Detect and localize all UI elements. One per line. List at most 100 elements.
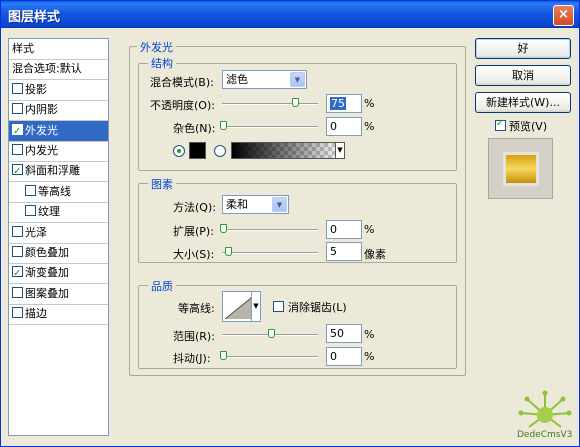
opacity-slider-track[interactable] bbox=[222, 103, 318, 105]
spread-slider-track[interactable] bbox=[222, 229, 318, 231]
opacity-slider-thumb[interactable] bbox=[292, 98, 299, 107]
jitter-slider-track[interactable] bbox=[222, 356, 318, 358]
style-item-checkbox[interactable] bbox=[12, 264, 23, 284]
jitter-slider-thumb[interactable] bbox=[220, 351, 227, 360]
style-item[interactable]: 图案叠加 bbox=[9, 284, 108, 305]
gradient-dropdown-arrow-icon[interactable]: ▼ bbox=[335, 142, 345, 159]
style-item-checkbox[interactable] bbox=[12, 225, 23, 237]
style-item-checkbox[interactable] bbox=[12, 144, 23, 155]
style-item-checkbox[interactable] bbox=[12, 307, 23, 319]
preview-swatch bbox=[506, 155, 536, 183]
style-item[interactable]: 光泽 bbox=[9, 223, 108, 244]
style-item[interactable]: 外发光 bbox=[9, 120, 108, 142]
chevron-down-icon: ▼ bbox=[290, 72, 305, 87]
range-value: 50 bbox=[330, 327, 344, 340]
blend-mode-label: 混合模式(B): bbox=[150, 76, 214, 89]
style-preview bbox=[488, 138, 553, 199]
spread-value: 0 bbox=[330, 223, 337, 236]
new-style-button[interactable]: 新建样式(W)... bbox=[475, 92, 571, 113]
antialias-label: 消除锯齿(L) bbox=[288, 301, 347, 314]
noise-slider-track[interactable] bbox=[222, 126, 318, 128]
style-item-checkbox[interactable] bbox=[12, 162, 23, 182]
noise-field[interactable]: 0 bbox=[326, 117, 362, 136]
opacity-label: 不透明度(O): bbox=[150, 99, 215, 112]
size-value: 5 bbox=[330, 245, 337, 258]
spread-slider-thumb[interactable] bbox=[220, 224, 227, 233]
range-field[interactable]: 50 bbox=[326, 324, 362, 343]
size-slider-track[interactable] bbox=[222, 252, 318, 254]
gradient-radio[interactable] bbox=[214, 145, 226, 157]
style-item[interactable]: 内发光 bbox=[9, 141, 108, 162]
style-item-checkbox[interactable] bbox=[12, 82, 23, 94]
preview-label: 预览(V) bbox=[509, 120, 548, 133]
size-unit: 像素 bbox=[364, 248, 386, 261]
style-item-checkbox[interactable] bbox=[12, 246, 23, 257]
style-item[interactable]: 投影 bbox=[9, 80, 108, 101]
glow-color-swatch[interactable] bbox=[189, 142, 206, 159]
jitter-value: 0 bbox=[330, 350, 337, 363]
style-item-checkbox[interactable] bbox=[25, 205, 36, 217]
style-item-checkbox[interactable] bbox=[12, 103, 23, 115]
spread-field[interactable]: 0 bbox=[326, 220, 362, 239]
style-item[interactable]: 样式 bbox=[9, 39, 108, 60]
chevron-down-icon: ▼ bbox=[272, 197, 287, 212]
layer-style-dialog: 图层样式 × 样式混合选项:默认投影内阴影外发光内发光斜面和浮雕等高线纹理光泽颜… bbox=[0, 0, 580, 447]
spread-label: 扩展(P): bbox=[173, 225, 214, 238]
cancel-button[interactable]: 取消 bbox=[475, 65, 571, 86]
technique-value: 柔和 bbox=[226, 198, 248, 211]
style-item-label: 纹理 bbox=[38, 205, 60, 219]
solid-color-radio[interactable] bbox=[173, 145, 185, 157]
quality-title: 品质 bbox=[148, 278, 176, 294]
ok-button[interactable]: 好 bbox=[475, 38, 571, 59]
style-item-label: 内阴影 bbox=[25, 103, 58, 117]
jitter-label: 抖动(J): bbox=[173, 352, 211, 365]
style-item-label: 混合选项:默认 bbox=[12, 62, 82, 76]
contour-dropdown-icon[interactable]: ▼ bbox=[251, 291, 261, 322]
style-item-checkbox[interactable] bbox=[12, 122, 23, 142]
close-button[interactable]: × bbox=[553, 5, 574, 26]
size-slider-thumb[interactable] bbox=[224, 247, 232, 256]
title-bar[interactable]: 图层样式 × bbox=[1, 1, 579, 28]
style-item[interactable]: 内阴影 bbox=[9, 100, 108, 122]
style-item[interactable]: 渐变叠加 bbox=[9, 263, 108, 285]
preview-checkbox[interactable] bbox=[495, 118, 506, 131]
style-item-label: 渐变叠加 bbox=[25, 266, 69, 280]
size-field[interactable]: 5 bbox=[326, 242, 362, 261]
style-item-label: 内发光 bbox=[25, 144, 58, 157]
technique-label: 方法(Q): bbox=[173, 201, 216, 214]
range-slider-thumb[interactable] bbox=[268, 329, 275, 338]
noise-label: 杂色(N): bbox=[173, 122, 216, 135]
blend-mode-select[interactable]: 滤色 ▼ bbox=[222, 70, 307, 89]
style-item-label: 描边 bbox=[25, 307, 47, 321]
outer-glow-title: 外发光 bbox=[137, 39, 176, 55]
style-item-label: 光泽 bbox=[25, 225, 47, 239]
antialias-checkbox[interactable] bbox=[273, 301, 284, 312]
style-item[interactable]: 等高线 bbox=[9, 182, 108, 203]
contour-label: 等高线: bbox=[178, 302, 215, 315]
window-title: 图层样式 bbox=[8, 10, 61, 25]
style-item[interactable]: 混合选项:默认 bbox=[9, 59, 108, 81]
jitter-percent: % bbox=[364, 350, 375, 363]
jitter-field[interactable]: 0 bbox=[326, 347, 362, 366]
style-item[interactable]: 颜色叠加 bbox=[9, 243, 108, 264]
style-item-label: 图案叠加 bbox=[25, 286, 69, 300]
noise-slider-thumb[interactable] bbox=[220, 121, 227, 130]
style-item-label: 颜色叠加 bbox=[25, 246, 69, 259]
style-item-label: 斜面和浮雕 bbox=[25, 164, 80, 178]
range-percent: % bbox=[364, 328, 375, 341]
glow-gradient-picker[interactable] bbox=[231, 142, 344, 159]
opacity-field[interactable]: 75 bbox=[326, 94, 362, 113]
range-label: 范围(R): bbox=[173, 330, 215, 343]
noise-value: 0 bbox=[330, 120, 337, 133]
style-item[interactable]: 描边 bbox=[9, 304, 108, 326]
style-item-checkbox[interactable] bbox=[12, 286, 23, 298]
opacity-value: 75 bbox=[330, 97, 346, 110]
style-item-label: 外发光 bbox=[25, 123, 58, 137]
structure-title: 结构 bbox=[148, 55, 176, 71]
style-item[interactable]: 纹理 bbox=[9, 202, 108, 224]
style-item[interactable]: 斜面和浮雕 bbox=[9, 161, 108, 183]
style-item-checkbox[interactable] bbox=[25, 184, 36, 196]
spread-percent: % bbox=[364, 223, 375, 236]
size-label: 大小(S): bbox=[173, 248, 215, 261]
technique-select[interactable]: 柔和 ▼ bbox=[222, 195, 289, 214]
